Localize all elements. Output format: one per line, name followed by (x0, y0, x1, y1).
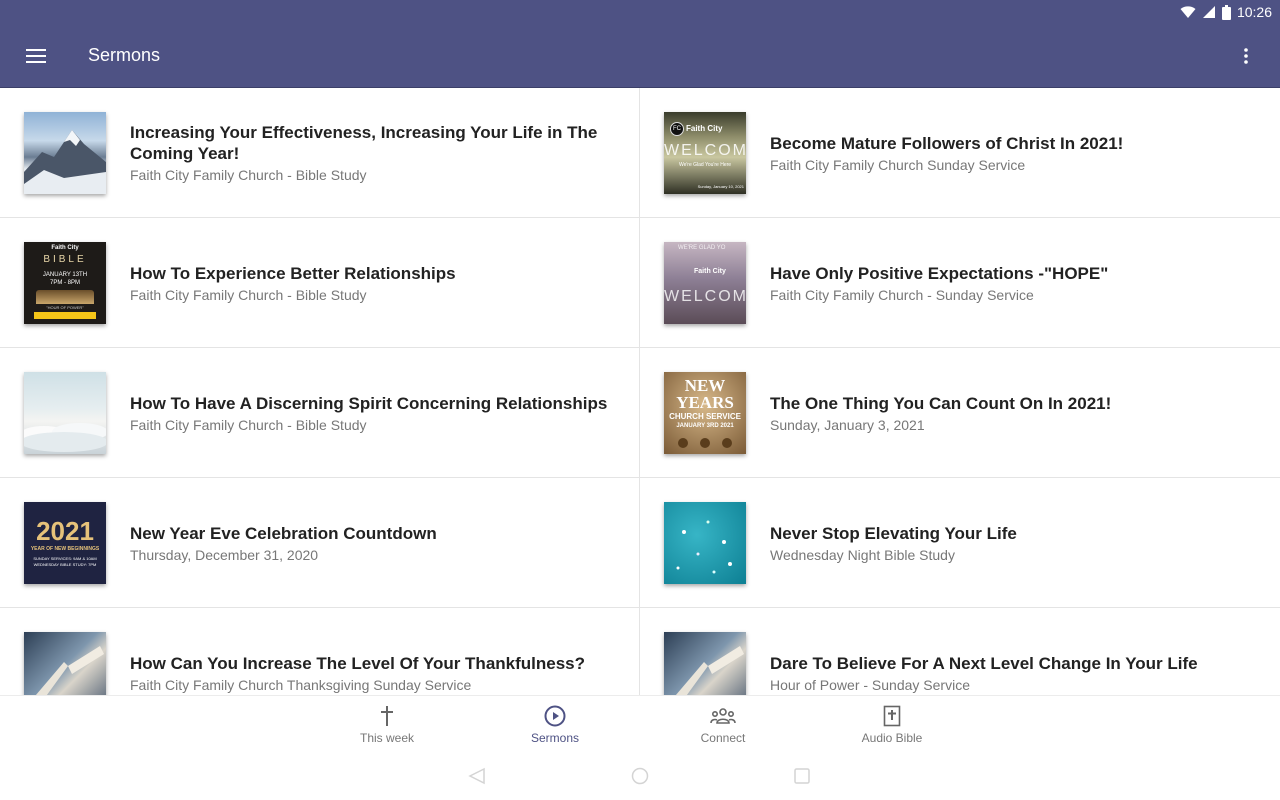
status-icons: 10:26 (1180, 3, 1272, 21)
sermon-thumbnail (664, 502, 746, 584)
page-title: Sermons (88, 45, 161, 65)
sermon-title: Dare To Believe For A Next Level Change … (770, 653, 1198, 673)
sermon-subtitle: Faith City Family Church - Bible Study (130, 167, 367, 183)
system-navigation-bar (0, 755, 1280, 800)
sermon-card[interactable]: 2021 YEAR OF NEW BEGINNINGS SUNDAY SERVI… (0, 478, 640, 608)
sermon-subtitle: Faith City Family Church Sunday Service (770, 156, 1026, 173)
nav-label: Sermons (530, 731, 580, 745)
sermon-card[interactable]: NEW YEARS CHURCH SERVICE JANUARY 3RD 202… (640, 348, 1280, 478)
sermon-subtitle: Thursday, December 31, 2020 (130, 546, 319, 563)
app-bar: Sermons (0, 24, 1280, 88)
status-bar: 10:26 (0, 0, 1280, 24)
sermon-subtitle: Faith City Family Church - Bible Study (130, 416, 367, 433)
sermon-thumbnail: NEW YEARS CHURCH SERVICE JANUARY 3RD 202… (664, 372, 746, 454)
back-icon[interactable] (468, 767, 486, 785)
home-icon[interactable] (631, 767, 649, 785)
more-vert-icon (1244, 48, 1248, 64)
wifi-icon (1180, 6, 1196, 18)
sermon-subtitle: Wednesday Night Bible Study (770, 546, 955, 563)
sermon-title: Increasing Your Effectiveness, Increasin… (130, 123, 598, 163)
status-time: 10:26 (1236, 4, 1272, 20)
sermon-subtitle: Sunday, January 3, 2021 (770, 416, 925, 433)
sermon-title: Become Mature Followers of Christ In 202… (770, 133, 1124, 153)
sermon-card[interactable]: Dare To Believe For A Next Level Change … (640, 608, 1280, 695)
sermon-subtitle: Faith City Family Church Thanksgiving Su… (130, 676, 472, 693)
sermon-thumbnail: FC Faith City WELCOME We're Glad You're … (664, 112, 746, 194)
sermon-thumbnail: 2021 YEAR OF NEW BEGINNINGS SUNDAY SERVI… (24, 502, 106, 584)
battery-icon (1221, 4, 1231, 20)
sermon-card[interactable]: WE'RE GLAD YO Faith City WELCOME Have On… (640, 218, 1280, 348)
people-icon (710, 708, 736, 724)
sermon-subtitle: Hour of Power - Sunday Service (770, 676, 970, 693)
sermon-thumbnail: Faith City BIBLE JANUARY 13TH 7PM - 8PM … (24, 242, 106, 324)
sermon-thumbnail (664, 632, 746, 695)
nav-audio-bible[interactable]: Audio Bible (832, 704, 952, 752)
nav-label: This week (359, 731, 415, 745)
sermon-title: How To Have A Discerning Spirit Concerni… (130, 393, 608, 413)
bible-icon (883, 705, 901, 727)
sermon-title: The One Thing You Can Count On In 2021! (770, 393, 1112, 413)
sermon-thumbnail (24, 112, 106, 194)
sermon-grid: Increasing Your Effectiveness, Increasin… (0, 88, 1280, 695)
sermon-title: How To Experience Better Relationships (130, 263, 456, 283)
bottom-navigation: This week Sermons Connect Audio Bible (0, 695, 1280, 756)
sermon-title: Have Only Positive Expectations -"HOPE" (770, 263, 1109, 283)
sermon-thumbnail (24, 372, 106, 454)
sermon-card[interactable]: How Can You Increase The Level Of Your T… (0, 608, 640, 695)
nav-label: Audio Bible (861, 731, 923, 745)
sermon-card[interactable]: How To Have A Discerning Spirit Concerni… (0, 348, 640, 478)
nav-label: Connect (700, 731, 746, 745)
signal-icon (1202, 6, 1215, 18)
nav-connect[interactable]: Connect (663, 704, 783, 752)
cross-icon (381, 706, 393, 726)
sermon-card[interactable]: Faith City BIBLE JANUARY 13TH 7PM - 8PM … (0, 218, 640, 348)
nav-sermons[interactable]: Sermons (495, 704, 615, 752)
hamburger-icon (26, 49, 46, 63)
sermon-thumbnail (24, 632, 106, 695)
menu-button[interactable] (16, 36, 56, 76)
play-circle-icon (544, 705, 566, 727)
nav-this-week[interactable]: This week (327, 704, 447, 752)
sermon-title: How Can You Increase The Level Of Your T… (130, 653, 586, 673)
recents-icon[interactable] (793, 767, 811, 785)
sermon-card[interactable]: Increasing Your Effectiveness, Increasin… (0, 88, 640, 218)
sermon-subtitle: Faith City Family Church - Bible Study (130, 286, 367, 303)
overflow-menu-button[interactable] (1226, 36, 1266, 76)
sermon-thumbnail: WE'RE GLAD YO Faith City WELCOME (664, 242, 746, 324)
sermon-title: Never Stop Elevating Your Life (770, 523, 1017, 543)
sermon-subtitle: Faith City Family Church - Sunday Servic… (770, 286, 1034, 303)
sermon-card[interactable]: Never Stop Elevating Your Life Wednesday… (640, 478, 1280, 608)
sermon-card[interactable]: FC Faith City WELCOME We're Glad You're … (640, 88, 1280, 218)
sermon-title: New Year Eve Celebration Countdown (130, 523, 437, 543)
